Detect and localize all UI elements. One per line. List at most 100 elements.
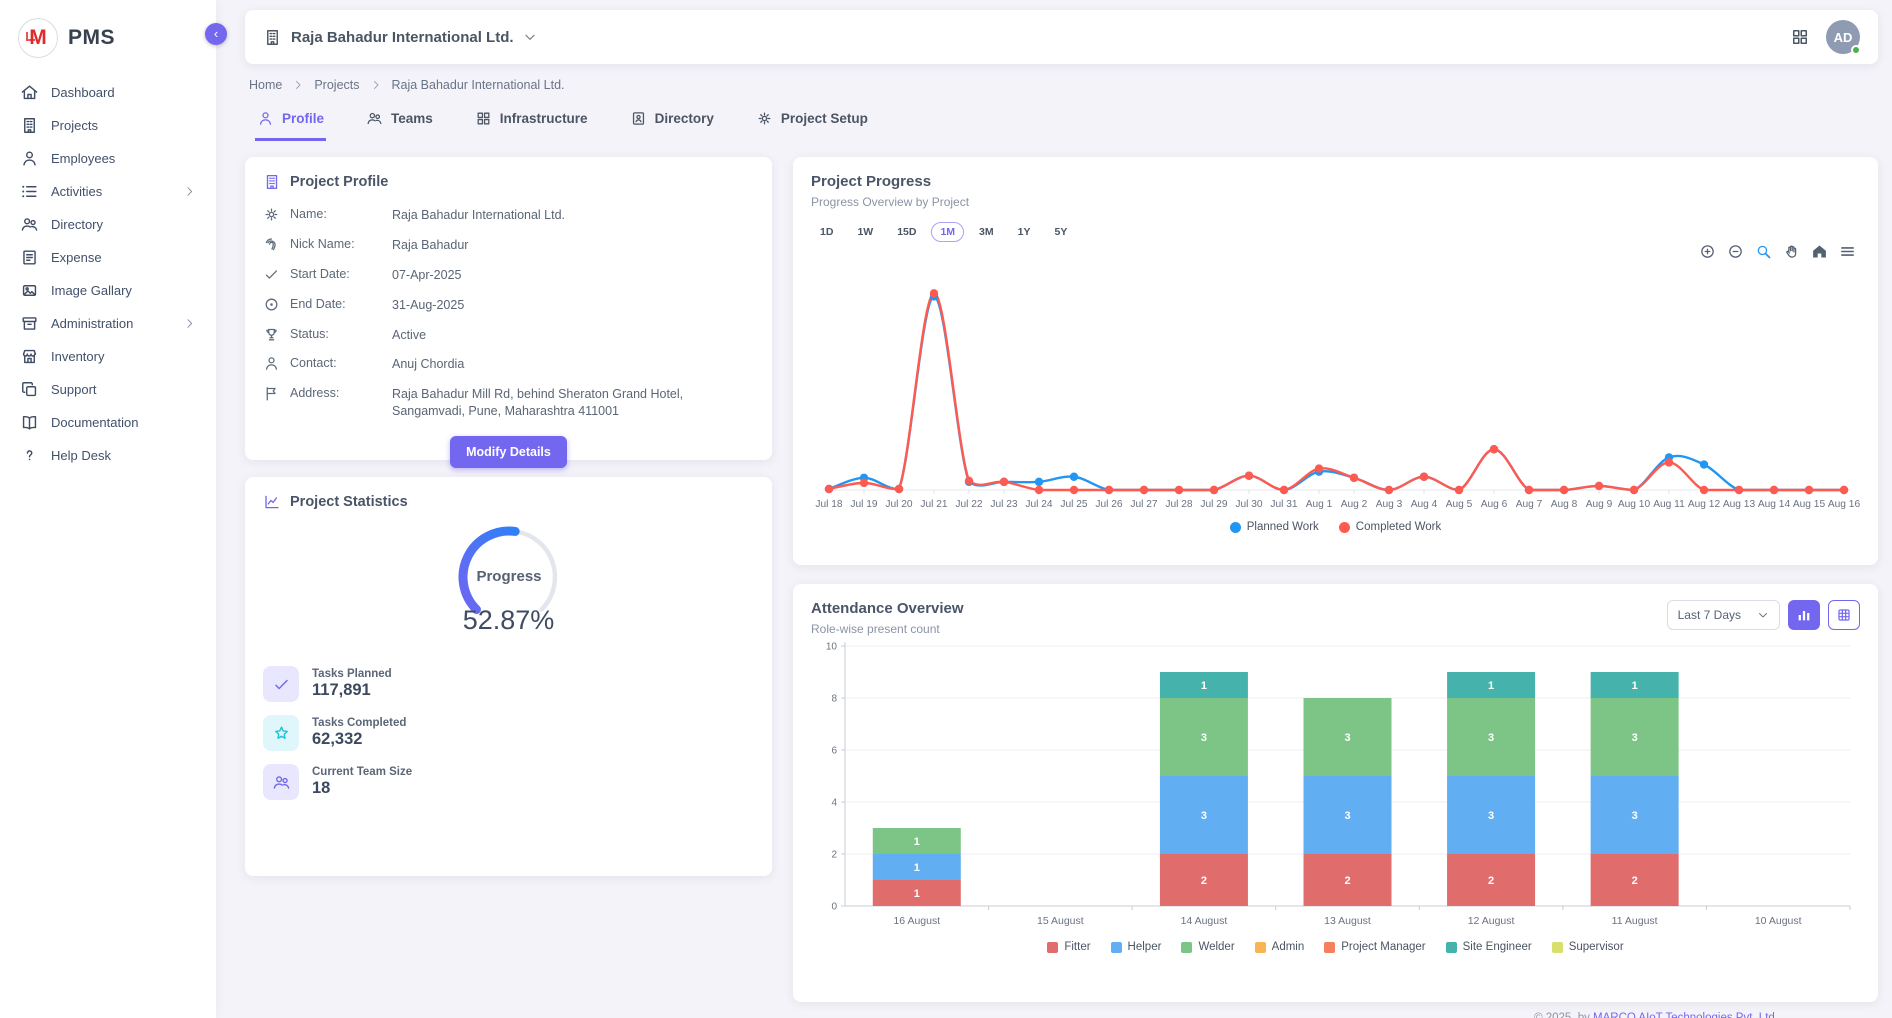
range-1w[interactable]: 1W: [848, 222, 882, 242]
trophy-icon: [263, 326, 280, 343]
sidebar-item-label: Activities: [51, 184, 171, 199]
legend-label: Site Engineer: [1463, 941, 1532, 953]
range-1d[interactable]: 1D: [811, 222, 842, 242]
sidebar-item-dashboard[interactable]: Dashboard: [18, 76, 198, 109]
sidebar-item-label: Support: [51, 382, 196, 397]
sidebar-item-help-desk[interactable]: Help Desk: [18, 439, 198, 472]
legend-item-admin[interactable]: Admin: [1255, 941, 1305, 953]
zoom-out-icon[interactable]: [1727, 243, 1744, 260]
field-label: Nick Name:: [290, 237, 382, 251]
tab-teams[interactable]: Teams: [364, 104, 435, 141]
apps-grid-icon[interactable]: [1790, 27, 1810, 47]
tab-project-setup[interactable]: Project Setup: [754, 104, 870, 141]
brand-logo[interactable]: M PMS: [18, 14, 198, 76]
svg-text:Aug 9: Aug 9: [1586, 499, 1613, 510]
footer-company-link[interactable]: MARCO AIoT Technologies Pvt. Ltd.: [1593, 1012, 1778, 1018]
range-15d[interactable]: 15D: [888, 222, 925, 242]
chevron-right-icon: [292, 79, 304, 91]
tab-infrastructure[interactable]: Infrastructure: [473, 104, 590, 141]
svg-text:3: 3: [1488, 810, 1494, 822]
legend-item-fitter[interactable]: Fitter: [1047, 941, 1090, 953]
sidebar-item-projects[interactable]: Projects: [18, 109, 198, 142]
sidebar-collapse-button[interactable]: ‹: [205, 23, 227, 45]
sidebar-item-image-gallary[interactable]: Image Gallary: [18, 274, 198, 307]
chevron-right-icon: [183, 185, 196, 198]
reset-home-icon[interactable]: [1811, 243, 1828, 260]
avatar[interactable]: AD: [1826, 20, 1860, 54]
date-range-select[interactable]: Last 7 Days: [1667, 600, 1780, 630]
sidebar-item-label: Projects: [51, 118, 196, 133]
tab-profile[interactable]: Profile: [255, 104, 326, 141]
breadcrumb-projects[interactable]: Projects: [314, 78, 359, 92]
company-selector[interactable]: Raja Bahadur International Ltd.: [263, 28, 537, 47]
range-5y[interactable]: 5Y: [1045, 222, 1076, 242]
svg-text:3: 3: [1632, 810, 1638, 822]
sidebar-item-activities[interactable]: Activities: [18, 175, 198, 208]
field-label: Name:: [290, 207, 382, 221]
tab-directory[interactable]: Directory: [628, 104, 716, 141]
breadcrumb-home[interactable]: Home: [249, 78, 282, 92]
progress-line-chart[interactable]: Jul 18Jul 19Jul 20Jul 21Jul 22Jul 23Jul …: [811, 264, 1860, 516]
list-icon: [20, 182, 39, 201]
legend-item-helper[interactable]: Helper: [1111, 941, 1162, 953]
legend-label: Welder: [1198, 941, 1234, 953]
legend-label: Planned Work: [1247, 521, 1319, 533]
pan-hand-icon[interactable]: [1783, 243, 1800, 260]
legend-item-site-engineer[interactable]: Site Engineer: [1446, 941, 1532, 953]
sidebar-item-employees[interactable]: Employees: [18, 142, 198, 175]
svg-text:Aug 14: Aug 14: [1758, 499, 1791, 510]
svg-text:3: 3: [1632, 732, 1638, 744]
sidebar-item-support[interactable]: Support: [18, 373, 198, 406]
legend-item-completed-work[interactable]: Completed Work: [1339, 521, 1441, 533]
receipt-icon: [20, 248, 39, 267]
field-value: Raja Bahadur Mill Rd, behind Sheraton Gr…: [392, 386, 754, 420]
tab-bar: Profile Teams Infrastructure Directory Proje…: [245, 100, 1878, 141]
table-view-toggle[interactable]: [1828, 600, 1860, 630]
profile-field-contact: Contact:Anuj Chordia: [263, 356, 754, 373]
table-icon: [1836, 607, 1852, 623]
svg-text:Jul 20: Jul 20: [885, 499, 913, 510]
tab-label: Teams: [391, 111, 433, 126]
svg-text:Aug 11: Aug 11: [1653, 499, 1685, 510]
zoom-in-icon[interactable]: [1699, 243, 1716, 260]
range-3m[interactable]: 3M: [970, 222, 1003, 242]
sidebar-item-label: Expense: [51, 250, 196, 265]
attendance-bar-chart[interactable]: 024681016 August11115 August14 August233…: [811, 636, 1860, 936]
chevron-down-icon: [523, 30, 537, 44]
svg-text:Jul 19: Jul 19: [850, 499, 878, 510]
sidebar-item-documentation[interactable]: Documentation: [18, 406, 198, 439]
svg-text:3: 3: [1201, 810, 1207, 822]
user-icon: [20, 149, 39, 168]
sidebar-item-administration[interactable]: Administration: [18, 307, 198, 340]
users-icon: [366, 110, 383, 127]
fingerprint-icon: [263, 236, 280, 253]
sidebar-item-expense[interactable]: Expense: [18, 241, 198, 274]
range-1y[interactable]: 1Y: [1009, 222, 1040, 242]
legend-item-welder[interactable]: Welder: [1181, 941, 1234, 953]
range-1m[interactable]: 1M: [931, 222, 964, 242]
field-label: Status:: [290, 327, 382, 341]
svg-text:11 August: 11 August: [1612, 915, 1658, 927]
svg-text:1: 1: [914, 888, 920, 900]
circle-dot-icon: [263, 296, 280, 313]
legend-item-project-manager[interactable]: Project Manager: [1324, 941, 1425, 953]
bar-view-toggle[interactable]: [1788, 600, 1820, 630]
profile-field-name: Name:Raja Bahadur International Ltd.: [263, 207, 754, 224]
project-progress-card: Project Progress Progress Overview by Pr…: [793, 157, 1878, 565]
sidebar-item-inventory[interactable]: Inventory: [18, 340, 198, 373]
chevron-right-icon: [370, 79, 382, 91]
sidebar-item-directory[interactable]: Directory: [18, 208, 198, 241]
sidebar-item-label: Dashboard: [51, 85, 196, 100]
legend-item-supervisor[interactable]: Supervisor: [1552, 941, 1624, 953]
user-icon: [257, 110, 274, 127]
legend-swatch: [1230, 522, 1241, 533]
zoom-select-icon[interactable]: [1755, 243, 1772, 260]
legend-item-planned-work[interactable]: Planned Work: [1230, 521, 1319, 533]
modify-details-button[interactable]: Modify Details: [450, 436, 567, 468]
menu-icon[interactable]: [1839, 243, 1856, 260]
svg-text:Aug 4: Aug 4: [1411, 499, 1438, 510]
svg-text:Aug 1: Aug 1: [1306, 499, 1333, 510]
field-value: Active: [392, 327, 754, 344]
topbar-right: AD: [1790, 20, 1860, 54]
content-grid: Project Profile Name:Raja Bahadur Intern…: [245, 157, 1878, 1002]
